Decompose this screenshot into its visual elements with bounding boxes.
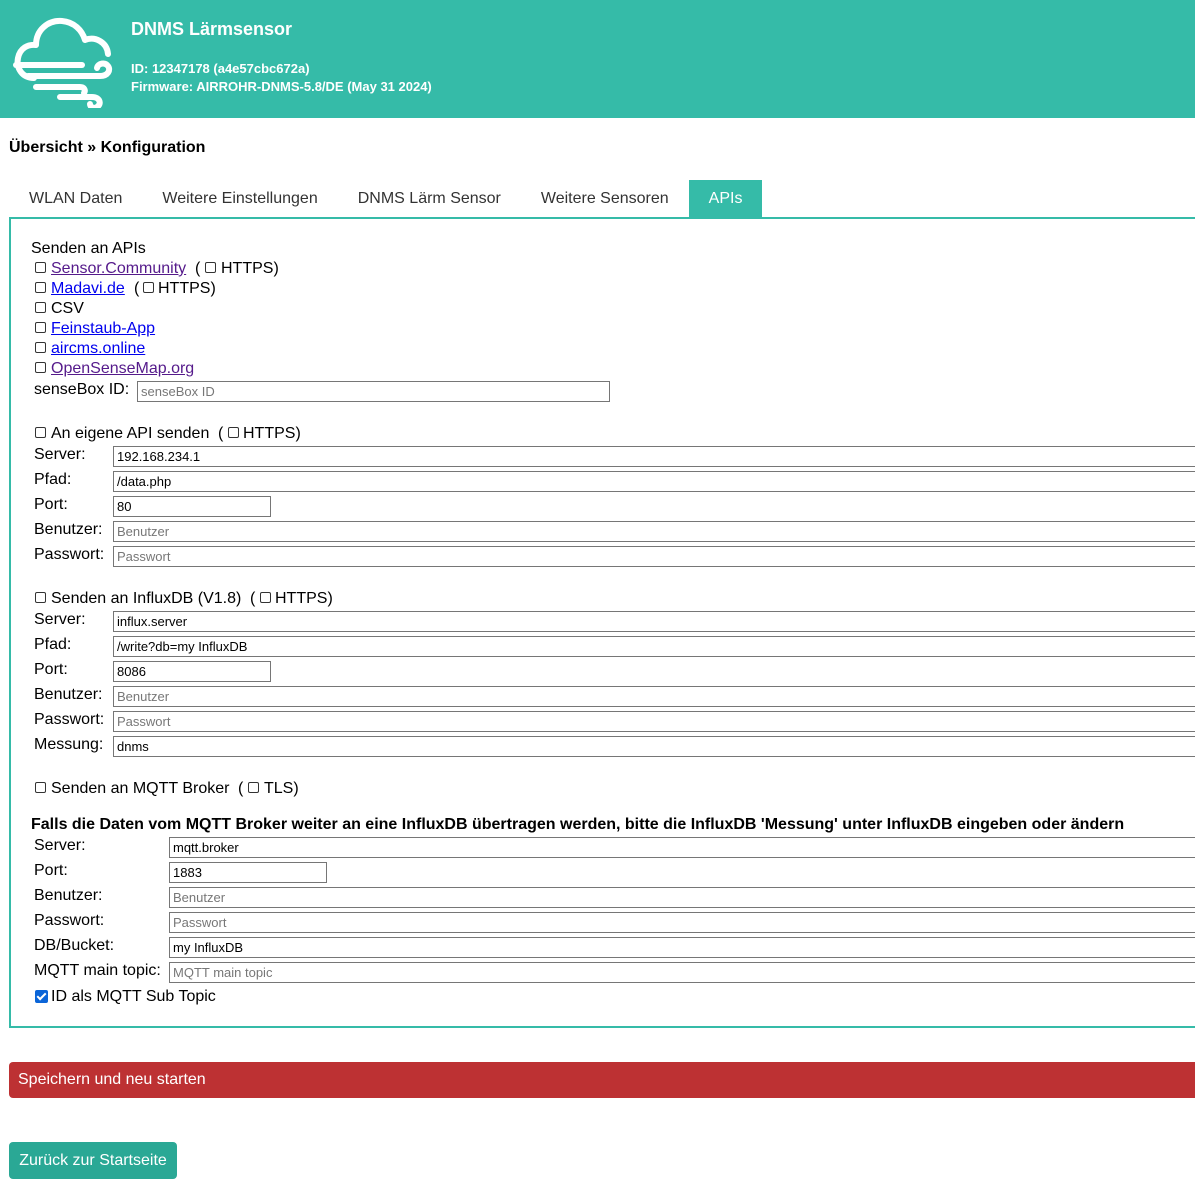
device-title: DNMS Lärmsensor <box>131 19 293 39</box>
custom-user-input[interactable] <box>113 521 1195 542</box>
apis-heading: Senden an APIs <box>31 240 146 257</box>
influx-server-input[interactable] <box>113 611 1195 632</box>
tab-noise-sensor[interactable]: DNMS Lärm Sensor <box>338 180 521 217</box>
mqtt-tls-checkbox[interactable] <box>248 782 259 793</box>
madavi-https-checkbox[interactable] <box>143 282 154 293</box>
influx-password-label: Passwort: <box>34 711 105 728</box>
sensor-community-https-label: HTTPS) <box>221 260 279 277</box>
tab-wlan[interactable]: WLAN Daten <box>9 180 142 217</box>
tab-apis[interactable]: APIs <box>688 180 763 217</box>
influx-path-input[interactable] <box>113 636 1195 657</box>
influx-path-label: Pfad: <box>34 636 72 653</box>
madavi-link[interactable]: Madavi.de <box>51 279 125 299</box>
mqtt-tls-label: TLS) <box>264 780 299 797</box>
back-home-button[interactable]: Zurück zur Startseite <box>9 1142 177 1179</box>
influx-port-input[interactable] <box>113 661 271 682</box>
paren-open: ( <box>195 260 201 277</box>
influx-https-label: HTTPS) <box>275 590 333 607</box>
influx-server-label: Server: <box>34 611 86 628</box>
firmware-version: Firmware: AIRROHR-DNMS-5.8/DE (May 31 20… <box>131 79 432 94</box>
tab-settings[interactable]: Weitere Einstellungen <box>142 180 337 217</box>
mqtt-topic-input[interactable] <box>169 962 1195 983</box>
save-restart-button[interactable]: Speichern und neu starten <box>9 1062 1195 1098</box>
paren-open: ( <box>238 780 244 797</box>
influx-https-checkbox[interactable] <box>260 592 271 603</box>
mqtt-user-input[interactable] <box>169 887 1195 908</box>
sensor-community-link[interactable]: Sensor.Community <box>51 259 186 279</box>
id-subtopic-label: ID als MQTT Sub Topic <box>51 988 216 1005</box>
custom-path-label: Pfad: <box>34 471 72 488</box>
feinstaub-link[interactable]: Feinstaub-App <box>51 319 155 339</box>
influx-password-input[interactable] <box>113 711 1195 732</box>
sensebox-id-input[interactable] <box>137 381 610 402</box>
custom-password-label: Passwort: <box>34 546 105 563</box>
sensebox-label: senseBox ID: <box>34 381 130 398</box>
mqtt-port-input[interactable] <box>169 862 327 883</box>
paren-open: ( <box>218 425 224 442</box>
mqtt-port-label: Port: <box>34 862 68 879</box>
id-subtopic-checkbox[interactable] <box>35 990 48 1003</box>
mqtt-server-input[interactable] <box>169 837 1195 858</box>
influx-measurement-input[interactable] <box>113 736 1195 757</box>
paren-open: ( <box>134 280 140 297</box>
custom-server-label: Server: <box>34 446 86 463</box>
influx-user-input[interactable] <box>113 686 1195 707</box>
opensensemap-checkbox[interactable] <box>35 362 46 373</box>
device-id: ID: 12347178 (a4e57cbc672a) <box>131 61 310 76</box>
mqtt-topic-label: MQTT main topic: <box>34 962 161 979</box>
mqtt-password-input[interactable] <box>169 912 1195 933</box>
influx-checkbox[interactable] <box>35 592 46 603</box>
page-header: DNMS Lärmsensor ID: 12347178 (a4e57cbc67… <box>0 0 1195 118</box>
custom-password-input[interactable] <box>113 546 1195 567</box>
mqtt-user-label: Benutzer: <box>34 887 103 904</box>
tab-sensors[interactable]: Weitere Sensoren <box>521 180 689 217</box>
custom-port-label: Port: <box>34 496 68 513</box>
influx-port-label: Port: <box>34 661 68 678</box>
paren-open: ( <box>250 590 256 607</box>
custom-api-https-checkbox[interactable] <box>228 427 239 438</box>
feinstaub-checkbox[interactable] <box>35 322 46 333</box>
custom-api-checkbox[interactable] <box>35 427 46 438</box>
sensor-community-checkbox[interactable] <box>35 262 46 273</box>
sensor-community-https-checkbox[interactable] <box>205 262 216 273</box>
custom-user-label: Benutzer: <box>34 521 103 538</box>
influx-measurement-label: Messung: <box>34 736 104 753</box>
custom-api-label: An eigene API senden <box>51 425 210 442</box>
mqtt-checkbox[interactable] <box>35 782 46 793</box>
mqtt-bucket-input[interactable] <box>169 937 1195 958</box>
custom-port-input[interactable] <box>113 496 271 517</box>
custom-path-input[interactable] <box>113 471 1195 492</box>
csv-label: CSV <box>51 300 84 317</box>
csv-checkbox[interactable] <box>35 302 46 313</box>
custom-api-https-label: HTTPS) <box>243 425 301 442</box>
mqtt-label: Senden an MQTT Broker <box>51 780 230 797</box>
mqtt-bucket-label: DB/Bucket: <box>34 937 115 954</box>
mqtt-influx-note: Falls die Daten vom MQTT Broker weiter a… <box>31 816 1125 833</box>
madavi-https-label: HTTPS) <box>158 280 216 297</box>
madavi-checkbox[interactable] <box>35 282 46 293</box>
cloud-wind-icon <box>13 17 113 108</box>
mqtt-server-label: Server: <box>34 837 86 854</box>
tab-bar: WLAN Daten Weitere Einstellungen DNMS Lä… <box>9 180 763 218</box>
breadcrumb: Übersicht » Konfiguration <box>9 139 206 156</box>
custom-server-input[interactable] <box>113 446 1195 467</box>
aircms-checkbox[interactable] <box>35 342 46 353</box>
aircms-link[interactable]: aircms.online <box>51 339 145 359</box>
mqtt-password-label: Passwort: <box>34 912 105 929</box>
influx-user-label: Benutzer: <box>34 686 103 703</box>
influx-label: Senden an InfluxDB (V1.8) <box>51 590 242 607</box>
opensensemap-link[interactable]: OpenSenseMap.org <box>51 359 194 379</box>
